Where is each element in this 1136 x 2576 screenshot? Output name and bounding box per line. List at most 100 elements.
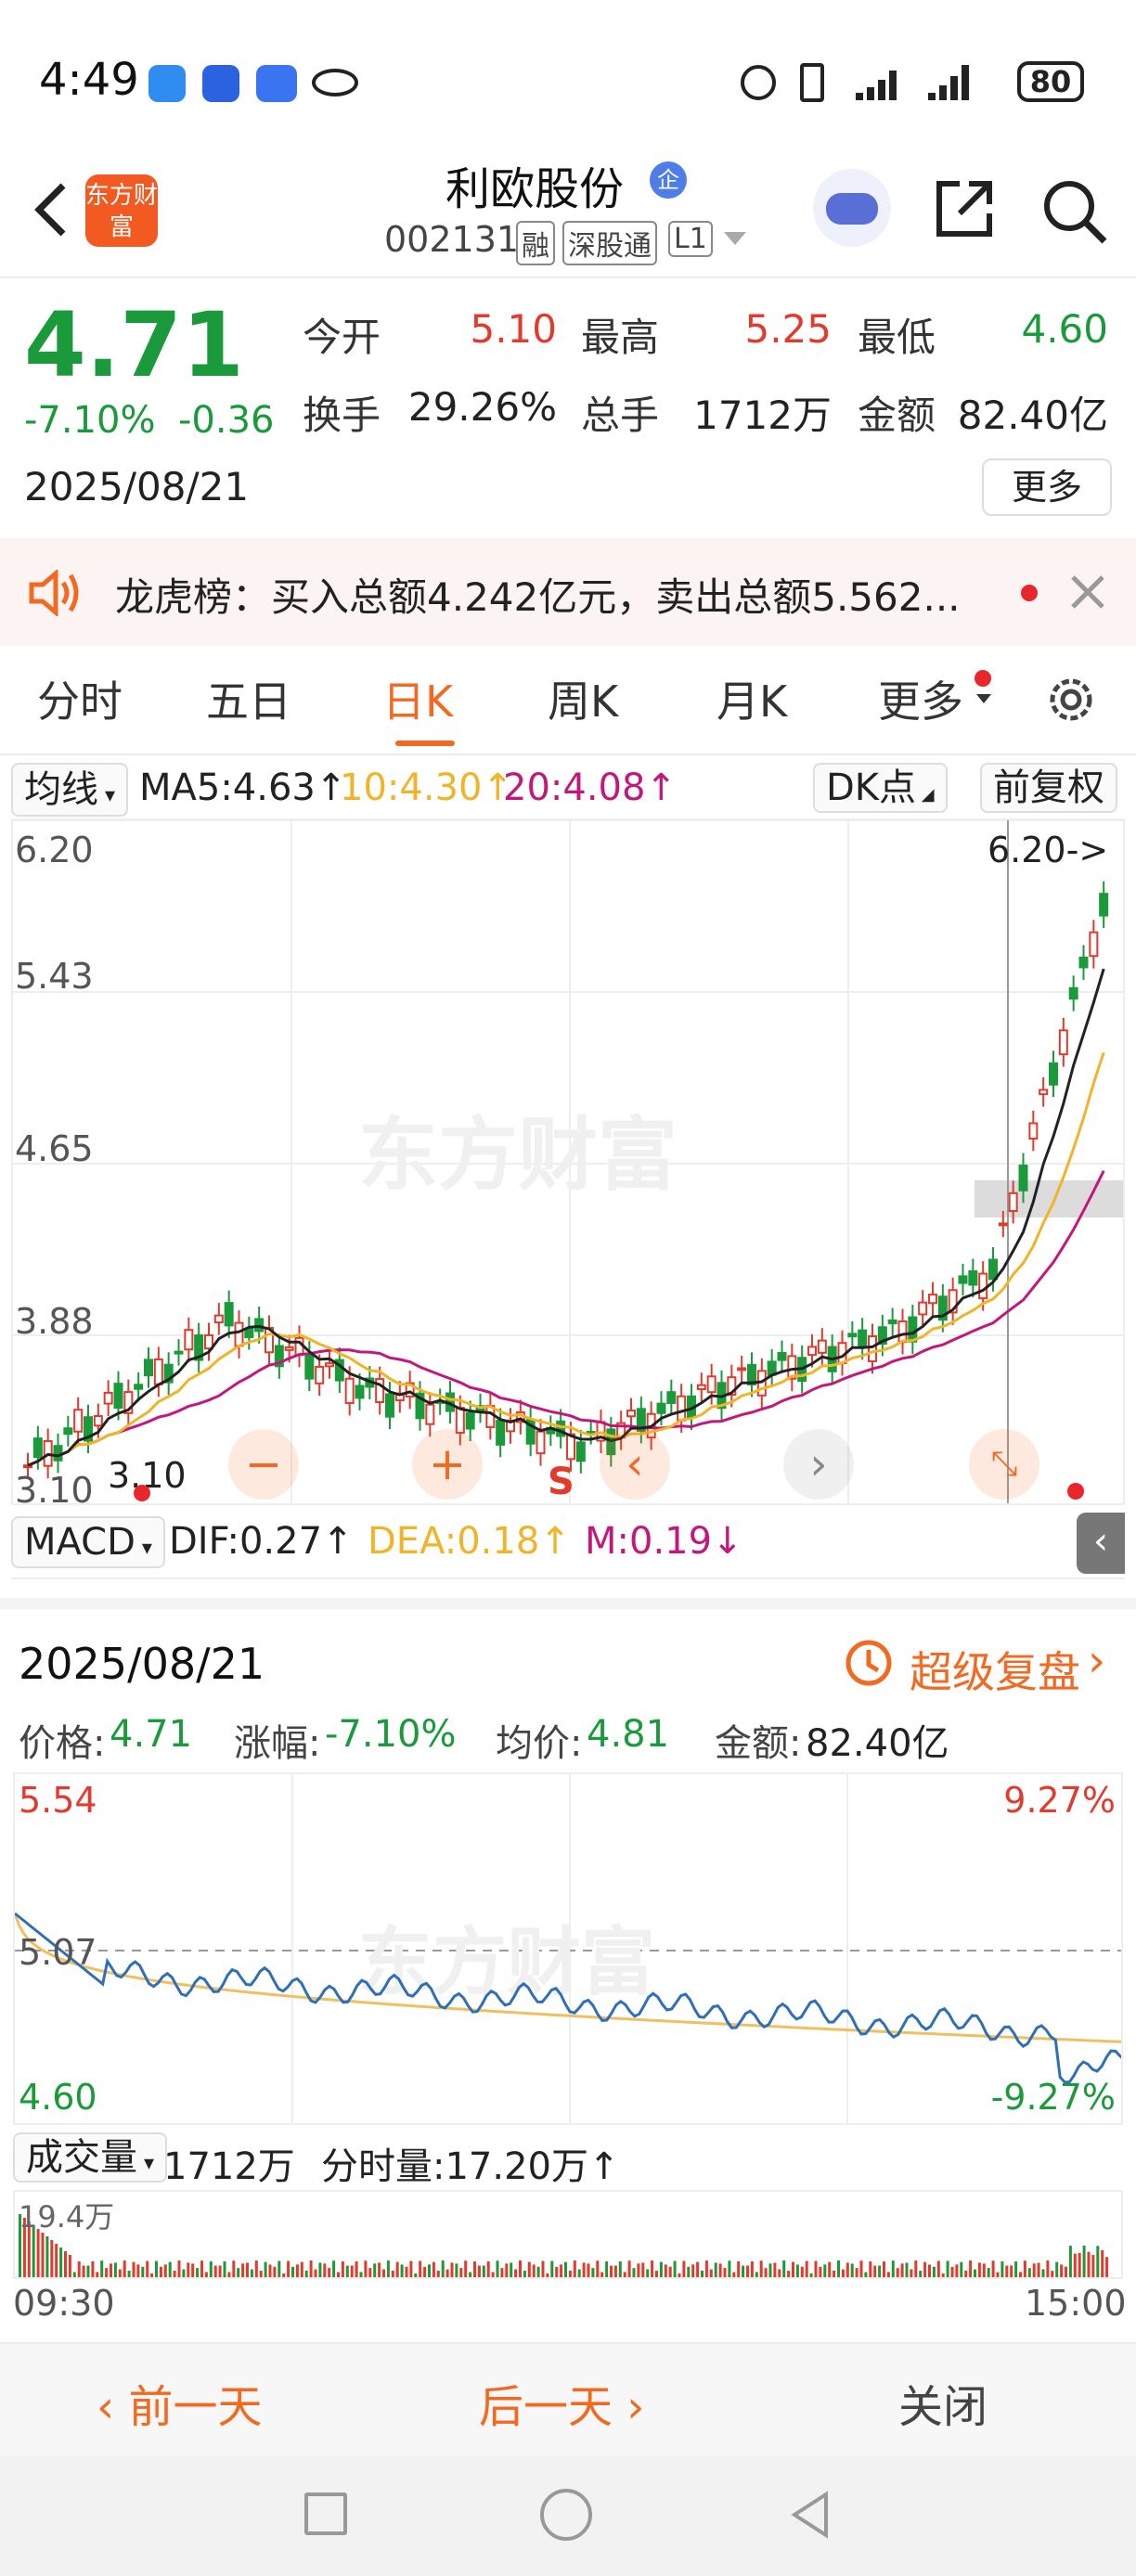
candle-body — [656, 1402, 666, 1414]
ma10-label: 10:4.30↑ — [340, 766, 513, 809]
tab-monthly-k[interactable]: 月K — [716, 668, 787, 729]
candle-body — [244, 1328, 254, 1339]
volume-bar — [682, 2260, 686, 2277]
fullscreen-button[interactable]: ⤡ — [969, 1429, 1039, 1500]
prev-day-label: 前一天 — [128, 2381, 263, 2433]
zoom-in-button[interactable]: + — [412, 1429, 483, 1500]
close-button[interactable]: 关闭 — [898, 2370, 988, 2435]
scroll-left-button[interactable]: ‹ — [600, 1429, 670, 1500]
tab-five-day[interactable]: 五日 — [206, 668, 291, 729]
replay-icon[interactable] — [843, 1637, 895, 1689]
volume-bar — [778, 2269, 781, 2277]
volume-bar — [746, 2265, 749, 2277]
volume-max-label: 19.4万 — [19, 2199, 115, 2235]
volume-bar — [350, 2265, 354, 2277]
volume-bar — [618, 2261, 622, 2277]
volume-bar — [928, 2264, 931, 2277]
notice-text: 龙虎榜：买入总额4.242亿元，卖出总额5.562... — [115, 574, 961, 620]
back-nav-button[interactable] — [785, 2489, 837, 2541]
settings-gear-icon[interactable] — [1043, 672, 1099, 728]
more-button[interactable]: 更多 — [982, 458, 1112, 516]
alarm-icon — [741, 65, 776, 100]
chevron-right-icon[interactable]: › — [1088, 1635, 1105, 1687]
share-icon[interactable] — [932, 176, 997, 241]
candle-body — [224, 1302, 234, 1327]
app-notification-icon — [202, 65, 239, 102]
intraday-chart[interactable]: 东方财富 5.54 5.07 4.60 9.27% -9.27% — [13, 1772, 1123, 2125]
candle-body — [536, 1430, 546, 1455]
collapse-panel-button[interactable]: ‹ — [1077, 1513, 1125, 1574]
assistant-robot-icon[interactable] — [813, 169, 891, 247]
zoom-out-button[interactable]: − — [228, 1429, 299, 1500]
super-replay-link[interactable]: 超级复盘 — [910, 1639, 1080, 1700]
volume-bar — [82, 2265, 85, 2277]
volume-bar — [1019, 2272, 1022, 2277]
indicator-select[interactable]: 均线 ▾ — [11, 763, 129, 817]
scroll-right-button[interactable]: › — [783, 1429, 854, 1500]
volume-bar — [182, 2269, 186, 2277]
volume-bar — [637, 2263, 640, 2277]
change-percent: -7.10% — [24, 399, 156, 442]
volume-bar — [395, 2261, 399, 2277]
battery-icon: 80 — [1017, 61, 1084, 102]
header: 东方财富 利欧股份 企 002131 融 深股通 L1 — [0, 148, 1136, 278]
home-button[interactable] — [540, 2489, 592, 2541]
kline-chart[interactable]: 东方财富 6.20 5.43 4.65 3.88 3.10 6.20-> 3.1… — [11, 818, 1125, 1505]
detail-price-value: 4.71 — [110, 1713, 193, 1756]
search-icon[interactable] — [1039, 176, 1110, 247]
volume-bar — [332, 2260, 336, 2277]
candle-body — [777, 1352, 787, 1361]
chevron-right-icon: › — [613, 2381, 645, 2433]
detail-amount-label: 金额: — [715, 1722, 802, 1765]
stock-title: 利欧股份 — [445, 163, 625, 215]
intraday-y-mid: 5.07 — [19, 1932, 97, 1973]
time-start: 09:30 — [13, 2283, 115, 2324]
adjust-mode-button[interactable]: 前复权 — [980, 763, 1117, 813]
chevron-down-icon[interactable] — [724, 232, 746, 245]
kline-svg: 东方财富 — [13, 820, 1123, 1503]
volume-bar — [919, 2271, 923, 2277]
volume-bar — [91, 2260, 95, 2277]
signal-icon — [852, 59, 991, 102]
dk-point-button[interactable]: DK点 ◢ — [813, 763, 948, 813]
volume-bar — [318, 2262, 322, 2277]
tab-intraday[interactable]: 分时 — [37, 668, 123, 729]
volume-bar — [1005, 2265, 1009, 2277]
enterprise-badge-icon: 企 — [650, 161, 687, 199]
volume-bar — [477, 2265, 481, 2277]
volume-bar — [445, 2269, 449, 2277]
volume-bar — [150, 2273, 154, 2277]
volume-bar — [405, 2266, 408, 2277]
volume-bar — [386, 2260, 390, 2277]
volume-select[interactable]: 成交量 ▾ — [13, 2132, 168, 2183]
candle-body — [807, 1346, 817, 1357]
intraday-y-top: 5.54 — [19, 1780, 97, 1821]
tab-more[interactable]: 更多 — [878, 668, 963, 729]
volume-bar — [105, 2268, 109, 2277]
tab-weekly-k[interactable]: 周K — [548, 668, 618, 729]
volume-bar — [587, 2263, 590, 2277]
macd-dif: DIF:0.27↑ — [169, 1520, 354, 1563]
speaker-icon — [28, 568, 84, 618]
candle-body — [184, 1329, 194, 1351]
candle-body — [134, 1384, 144, 1390]
volume-bar — [1096, 2246, 1100, 2277]
close-icon[interactable] — [1067, 572, 1108, 612]
prev-day-button[interactable]: ‹ 前一天 — [97, 2370, 262, 2435]
open-label: 今开 — [303, 315, 381, 360]
candle-body — [63, 1427, 73, 1436]
volume-bar — [132, 2261, 136, 2277]
macd-m: M:0.19↓ — [585, 1520, 743, 1563]
back-button[interactable] — [19, 176, 84, 241]
amount-label: 金额 — [858, 393, 936, 438]
volume-bar — [732, 2272, 736, 2277]
next-day-button[interactable]: 后一天 › — [479, 2370, 644, 2435]
macd-select[interactable]: MACD ▾ — [11, 1516, 165, 1568]
notice-bar[interactable]: 龙虎榜：买入总额4.242亿元，卖出总额5.562... — [0, 538, 1136, 646]
volume-bar — [163, 2264, 167, 2277]
low-label: 最低 — [858, 315, 936, 360]
recent-apps-button[interactable] — [304, 2492, 347, 2535]
volume-bar — [373, 2263, 377, 2277]
volume-bar — [701, 2270, 704, 2277]
tab-daily-k[interactable]: 日K — [382, 668, 453, 729]
